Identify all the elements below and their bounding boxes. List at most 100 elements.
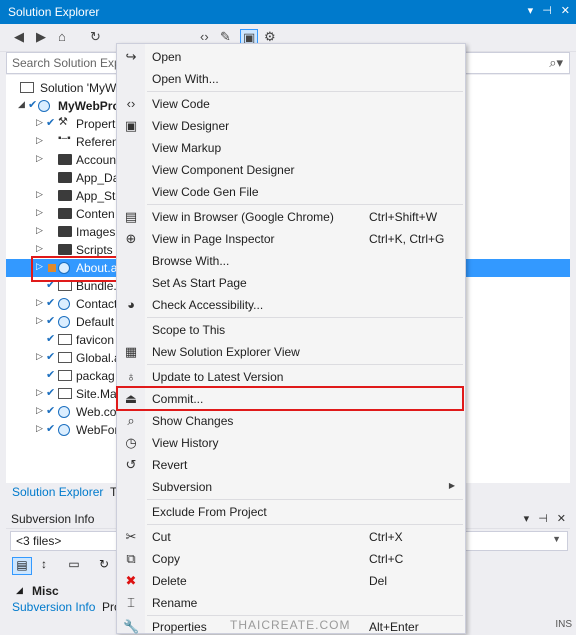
menu-item-label: View in Page Inspector [152,232,275,246]
expand-icon[interactable]: ▷ [36,387,43,398]
menu-item-check-accessibility[interactable]: ◕ Check Accessibility... [117,294,465,316]
menu-item-view-component-designer[interactable]: View Component Designer [117,159,465,181]
menu-item-label: View History [152,436,219,450]
tab-subversion-info[interactable]: Subversion Info [12,600,95,614]
alphabetical-icon[interactable]: ↕ [34,557,54,575]
collapse-icon[interactable]: ◢ [16,585,23,596]
history-icon: ◷ [125,435,137,450]
expand-icon[interactable]: ▷ [36,153,43,164]
categorized-icon[interactable]: ▤ [12,557,32,575]
changes-icon: ⌕ [127,413,135,428]
expand-icon[interactable]: ▷ [36,243,43,254]
menu-item-new-solution-explorer-view[interactable]: ▦ New Solution Explorer View [117,341,465,363]
expand-icon[interactable]: ▷ [36,423,43,434]
menu-item-shortcut: Ctrl+C [369,552,404,566]
menu-item-update[interactable]: ♁ Update to Latest Version [117,366,465,388]
folder-icon [58,208,72,219]
checkmark-icon: ✔ [46,297,56,309]
menu-separator [147,91,463,92]
properties-icon: 🔧 [123,619,140,634]
menu-item-delete[interactable]: ✖ Delete Del [117,570,465,592]
menu-item-label: Open [152,50,182,64]
xml-file-icon [58,370,72,381]
home-icon[interactable]: ⌂ [58,29,66,44]
menu-item-copy[interactable]: ⧉ Copy Ctrl+C [117,548,465,570]
expand-icon[interactable]: ▷ [36,189,43,200]
menu-item-shortcut: Ctrl+K, Ctrl+G [369,232,445,246]
menu-item-subversion[interactable]: Subversion ▶ [117,476,465,498]
tree-label: Global.a [76,351,121,365]
tree-label: MyWebPro [58,99,120,113]
search-icon[interactable]: ⌕▾ [549,55,563,71]
image-file-icon [58,334,72,345]
menu-item-view-in-browser[interactable]: ▤ View in Browser (Google Chrome) Ctrl+S… [117,206,465,228]
expand-icon[interactable]: ▷ [36,117,43,128]
tree-label: favicon [76,333,115,347]
code-icon[interactable]: ‹› [200,29,209,44]
wrench-icon [58,115,72,129]
menu-item-open-with[interactable]: Open With... [117,68,465,90]
checkmark-icon: ✔ [46,423,56,435]
expand-icon[interactable]: ▷ [36,135,43,146]
tree-label: Propert [76,117,116,131]
expand-icon[interactable]: ▷ [36,207,43,218]
submenu-arrow-icon: ▶ [448,481,455,490]
menu-item-rename[interactable]: ⌶ Rename [117,592,465,614]
menu-item-shortcut: Ctrl+Shift+W [369,210,438,224]
tab-solution-explorer[interactable]: Solution Explorer [12,485,103,499]
menu-item-set-start-page[interactable]: Set As Start Page [117,272,465,294]
menu-item-label: Scope to This [152,323,226,337]
browser-icon: ▤ [124,209,138,224]
subversion-title-buttons: ▾ ⊣ ✕ [524,512,566,525]
menu-item-page-inspector[interactable]: ⊕ View in Page Inspector Ctrl+K, Ctrl+G [117,228,465,250]
menu-item-label: Rename [152,596,198,610]
tree-label: App_Da [76,171,120,185]
menu-item-browse-with[interactable]: Browse With... [117,250,465,272]
expand-icon[interactable]: ▷ [36,405,43,416]
close-icon[interactable]: ✕ [561,4,570,17]
tree-label: Images [76,225,116,239]
history-icon[interactable]: ↻ [94,557,114,575]
menu-item-label: Check Accessibility... [152,298,264,312]
menu-item-view-history[interactable]: ◷ View History [117,432,465,454]
menu-item-cut[interactable]: ✂ Cut Ctrl+X [117,526,465,548]
menu-item-view-code[interactable]: ‹› View Code [117,93,465,115]
tree-label: Conten [76,207,115,221]
menu-item-show-changes[interactable]: ⌕ Show Changes [117,410,465,432]
checkmark-icon: ✔ [46,405,56,417]
cut-icon: ✂ [125,529,137,544]
chevron-down-icon[interactable]: ▼ [552,534,561,544]
back-icon[interactable]: ◀ [14,29,24,45]
dropdown-icon[interactable]: ▾ [524,512,530,525]
delete-icon: ✖ [125,573,137,588]
webform-icon [58,316,70,328]
pin-icon[interactable]: ⊣ [538,512,548,525]
expand-icon[interactable]: ▷ [36,225,43,236]
highlight-box-file [31,256,123,282]
code-icon: ‹› [126,96,136,111]
menu-item-scope-to-this[interactable]: Scope to This [117,319,465,341]
folder-icon [58,154,72,165]
menu-item-label: Subversion [152,480,213,494]
collapse-icon[interactable]: ◢ [18,99,25,110]
menu-item-view-markup[interactable]: View Markup [117,137,465,159]
expand-icon[interactable]: ▷ [36,315,43,326]
menu-separator [147,204,463,205]
menu-item-view-designer[interactable]: ▣ View Designer [117,115,465,137]
menu-item-revert[interactable]: ↺ Revert [117,454,465,476]
new-view-icon: ▦ [124,344,138,359]
property-pages-icon[interactable]: ▭ [64,557,84,575]
watermark: THAICREATE.COM [230,618,351,632]
menu-item-view-code-gen[interactable]: View Code Gen File [117,181,465,203]
references-icon [58,133,72,147]
webform-icon [58,424,70,436]
dropdown-icon[interactable]: ▾ [528,4,534,17]
history-icon[interactable]: ↻ [90,29,101,45]
expand-icon[interactable]: ▷ [36,351,43,362]
menu-item-open[interactable]: ↪ Open [117,46,465,68]
pin-icon[interactable]: ⊣ [542,4,552,17]
close-icon[interactable]: ✕ [557,512,566,525]
forward-icon[interactable]: ▶ [36,29,46,45]
menu-item-exclude[interactable]: Exclude From Project [117,501,465,523]
expand-icon[interactable]: ▷ [36,297,43,308]
